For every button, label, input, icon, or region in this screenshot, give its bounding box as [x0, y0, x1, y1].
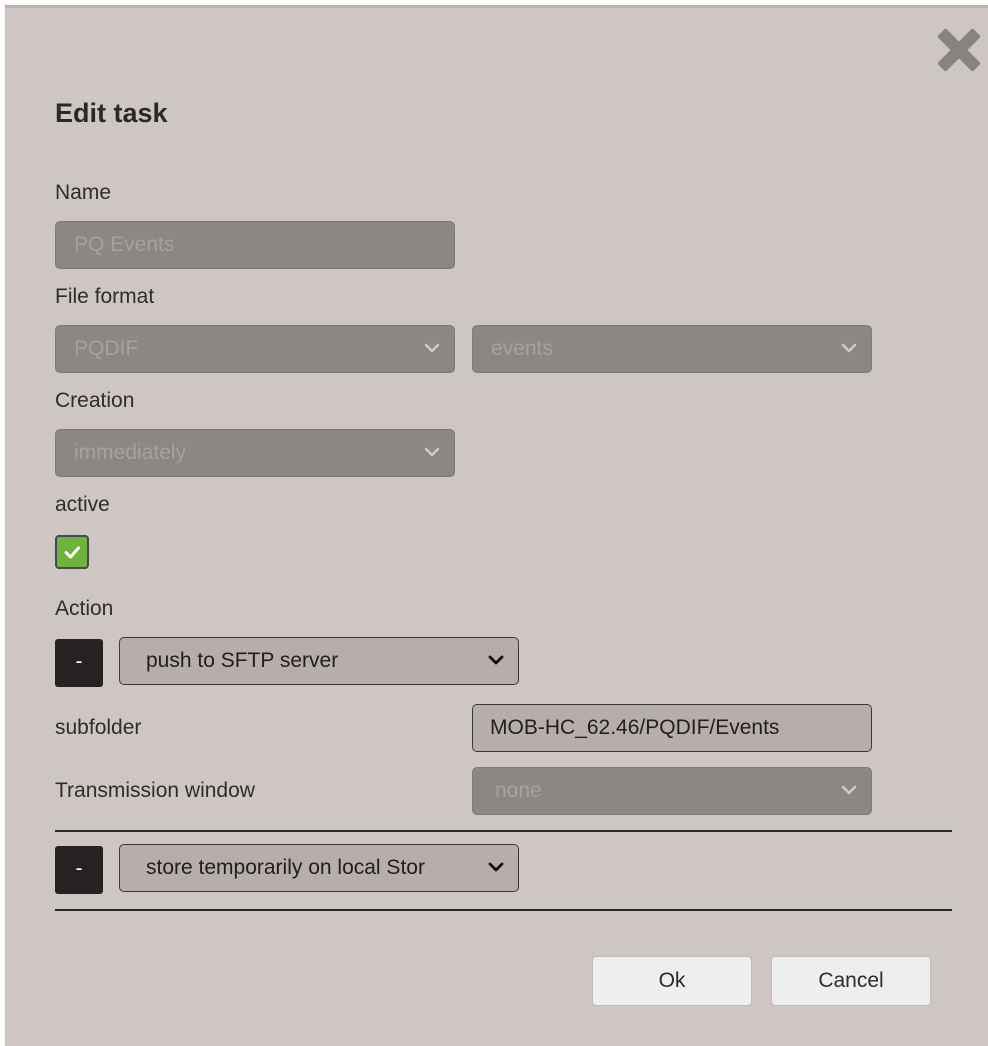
chevron-down-icon: [488, 862, 504, 872]
name-label: Name: [55, 181, 112, 204]
subfolder-label: subfolder: [55, 716, 142, 739]
chevron-down-icon: [488, 655, 504, 665]
dialog-title: Edit task: [55, 98, 168, 128]
ok-button[interactable]: Ok: [592, 956, 752, 1006]
transmission-window-label: Transmission window: [55, 779, 255, 802]
divider: [55, 909, 952, 911]
name-input: PQ Events: [55, 221, 455, 269]
remove-action-button[interactable]: -: [55, 846, 103, 894]
action-select[interactable]: push to SFTP server: [119, 637, 519, 685]
action-select-value: store temporarily on local Stor: [146, 856, 425, 879]
subfolder-input-value: MOB-HC_62.46/PQDIF/Events: [490, 716, 780, 739]
remove-action-button[interactable]: -: [55, 639, 103, 687]
divider: [55, 830, 952, 832]
chevron-down-icon: [841, 785, 857, 795]
cancel-button[interactable]: Cancel: [771, 956, 931, 1006]
active-label: active: [55, 493, 110, 516]
file-format-select: PQDIF: [55, 325, 455, 373]
action-label: Action: [55, 597, 114, 620]
action-select[interactable]: store temporarily on local Stor: [119, 844, 519, 892]
transmission-window-select: none: [472, 767, 872, 815]
file-type-select: events: [472, 325, 872, 373]
file-format-label: File format: [55, 285, 155, 308]
name-input-value: PQ Events: [74, 233, 175, 256]
active-checkbox[interactable]: [55, 535, 89, 569]
chevron-down-icon: [424, 447, 440, 457]
creation-value: immediately: [74, 441, 187, 464]
creation-label: Creation: [55, 389, 135, 412]
action-select-value: push to SFTP server: [146, 649, 339, 672]
checkmark-icon: [64, 546, 80, 559]
chevron-down-icon: [424, 343, 440, 353]
subfolder-input[interactable]: MOB-HC_62.46/PQDIF/Events: [472, 704, 872, 752]
close-x-icon[interactable]: [936, 27, 982, 73]
file-type-value: events: [491, 337, 553, 360]
chevron-down-icon: [841, 343, 857, 353]
file-format-value: PQDIF: [74, 337, 139, 360]
creation-select: immediately: [55, 429, 455, 477]
transmission-window-value: none: [495, 779, 542, 802]
